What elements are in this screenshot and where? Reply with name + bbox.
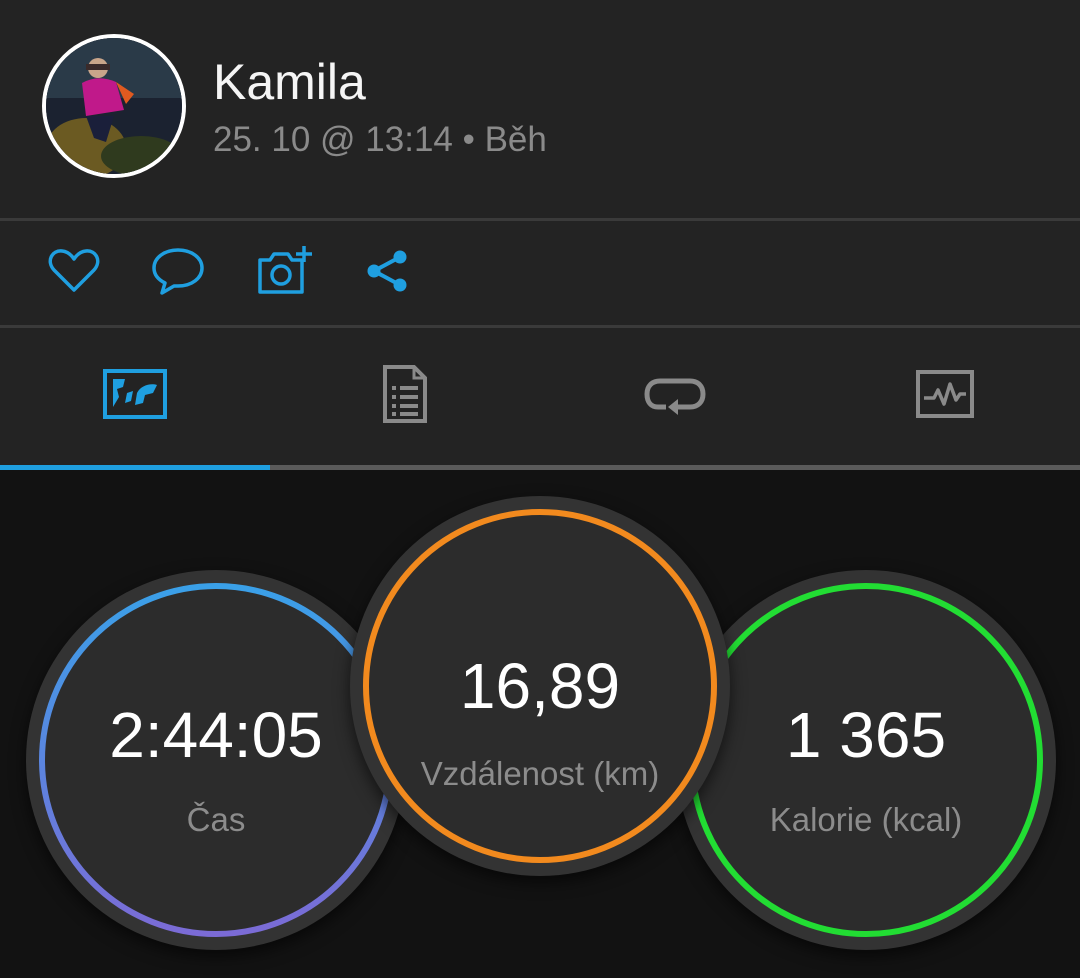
activity-meta: 25. 10 @ 13:14 • Běh xyxy=(213,120,547,159)
tab-bar xyxy=(0,328,1080,470)
chart-icon xyxy=(916,370,974,423)
calories-value: 1 365 xyxy=(785,699,947,771)
like-button[interactable] xyxy=(44,243,104,303)
stats-section: 2:44:05 Čas 1 365 Kalorie (kcal) 16,89 V… xyxy=(0,470,1080,978)
avatar[interactable] xyxy=(42,34,186,178)
tab-laps[interactable] xyxy=(540,328,810,465)
user-name[interactable]: Kamila xyxy=(213,52,366,112)
time-stat-card[interactable]: 2:44:05 Čas xyxy=(26,570,406,950)
comment-button[interactable] xyxy=(148,243,208,303)
time-value: 2:44:05 xyxy=(109,699,323,771)
tab-details[interactable] xyxy=(270,328,540,465)
distance-stat-card[interactable]: 16,89 Vzdálenost (km) xyxy=(350,496,730,876)
distance-label: Vzdálenost (km) xyxy=(420,755,660,792)
activity-detail-screen: Kamila 25. 10 @ 13:14 • Běh 2:44:05 Čas … xyxy=(0,0,1080,978)
share-button[interactable] xyxy=(358,243,418,303)
comment-icon xyxy=(150,246,206,301)
time-label: Čas xyxy=(186,801,246,838)
tab-map[interactable] xyxy=(0,328,270,465)
heart-icon xyxy=(48,248,100,299)
tab-charts[interactable] xyxy=(810,328,1080,465)
share-icon xyxy=(364,247,412,300)
activity-header: Kamila 25. 10 @ 13:14 • Běh xyxy=(0,0,1080,218)
repeat-icon xyxy=(644,371,706,422)
calories-label: Kalorie (kcal) xyxy=(769,801,963,838)
document-list-icon xyxy=(382,364,428,429)
map-icon xyxy=(103,369,167,424)
calories-stat-card[interactable]: 1 365 Kalorie (kcal) xyxy=(676,570,1056,950)
add-photo-button[interactable] xyxy=(254,243,314,303)
add-photo-icon xyxy=(254,244,314,303)
action-bar xyxy=(0,221,1080,325)
distance-value: 16,89 xyxy=(459,650,621,722)
